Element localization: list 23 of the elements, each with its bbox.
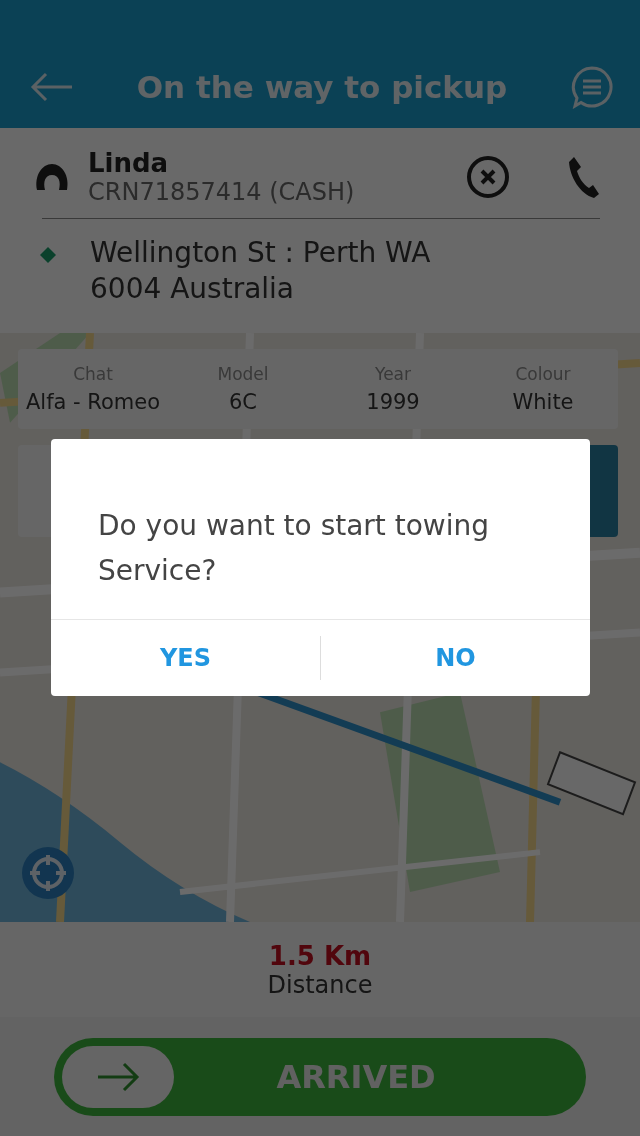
phone-icon[interactable] bbox=[568, 155, 600, 199]
dialog-button[interactable]: NO bbox=[320, 636, 590, 680]
location-marker-icon bbox=[40, 247, 56, 263]
vehicle-field-value: White bbox=[512, 390, 574, 414]
distance-value: 1.5 Km bbox=[268, 940, 372, 971]
crosshair-icon[interactable] bbox=[22, 847, 74, 899]
arrived-slider[interactable]: ARRIVED bbox=[54, 1037, 586, 1116]
dialog-message: Do you want to start towing Service? bbox=[97, 508, 491, 589]
pickup-address: Wellington St : Perth WA 6004 Australia bbox=[90, 235, 432, 307]
vehicle-field-value: 6C bbox=[229, 390, 257, 414]
screen-title: On the way to pickup bbox=[135, 69, 509, 105]
slider-handle[interactable] bbox=[62, 1045, 174, 1108]
arrow-right-icon bbox=[96, 1061, 140, 1092]
slider-label: ARRIVED bbox=[275, 1057, 437, 1096]
back-arrow-icon[interactable] bbox=[30, 72, 74, 102]
vehicle-field-value: 1999 bbox=[366, 390, 420, 414]
booking-reference: CRN71857414 (CASH) bbox=[88, 178, 356, 206]
dialog-button[interactable]: YES bbox=[51, 620, 320, 696]
cancel-icon[interactable] bbox=[466, 155, 510, 199]
distance-label: Distance bbox=[267, 970, 373, 999]
chat-icon[interactable] bbox=[570, 65, 614, 109]
passenger-name: Linda bbox=[88, 148, 170, 178]
vehicle-field-value: Alfa - Romeo bbox=[25, 390, 161, 414]
